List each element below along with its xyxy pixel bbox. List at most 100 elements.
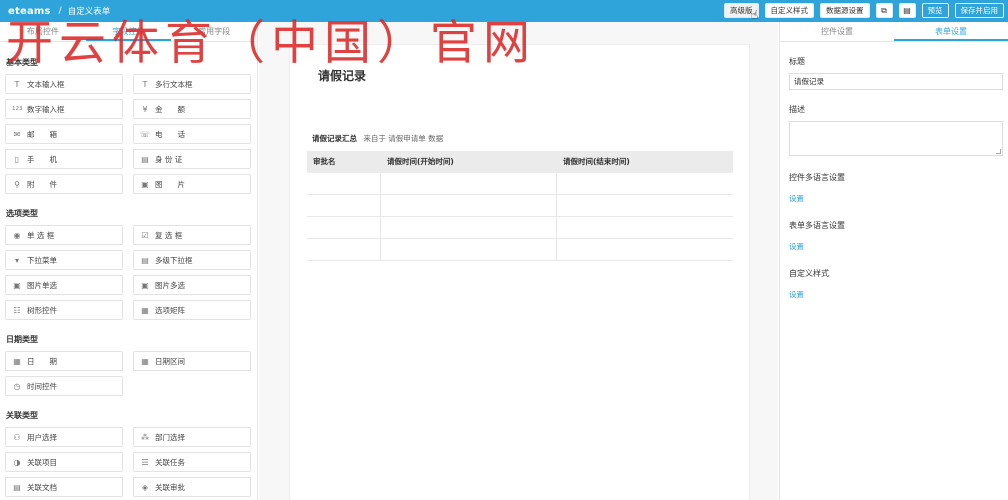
palette-item-label: 身 份 证 [155, 154, 183, 164]
palette-group-grid: ▦ 日 期 ▦ 日期区间 ◷ 时间控件 [0, 351, 257, 396]
table-row[interactable] [307, 239, 733, 261]
control-type-icon: ¥ [142, 104, 148, 114]
control-type-icon: ▦ [141, 356, 149, 366]
palette-group-title: 选项类型 [6, 209, 38, 218]
table-cell[interactable] [557, 195, 733, 216]
settings-tab[interactable]: 控件设置 [780, 22, 894, 41]
settings-link[interactable]: 设置 [789, 289, 1008, 300]
palette-tab[interactable]: 布局控件 [0, 22, 86, 41]
table-cell[interactable] [381, 195, 557, 216]
palette-item[interactable]: ⁂ 部门选择 [133, 427, 251, 447]
palette-item[interactable]: ▤ 多级下拉框 [133, 250, 251, 270]
palette-item[interactable]: 123 数字输入框 [5, 99, 123, 119]
palette-item[interactable]: ◷ 时间控件 [5, 376, 123, 396]
table-header: 审批名 请假时间(开始时间) 请假时间(结束时间) [307, 151, 733, 173]
table-cell[interactable] [557, 173, 733, 194]
palette-item[interactable]: T 文本输入框 [5, 74, 123, 94]
palette-item[interactable]: ☰ 关联任务 [133, 452, 251, 472]
palette-item[interactable]: ☷ 树形控件 [5, 300, 123, 320]
palette-item-label: 手 机 [27, 154, 57, 164]
control-type-icon: ◷ [13, 381, 21, 391]
table-cell[interactable] [307, 239, 381, 260]
palette-item[interactable]: ☑ 复 选 框 [133, 225, 251, 245]
title-input[interactable]: 请假记录 [789, 73, 1003, 90]
palette-item[interactable]: ▣ 图 片 [133, 174, 251, 194]
palette-item-label: 树形控件 [27, 305, 57, 315]
palette-item[interactable]: T 多行文本框 [133, 74, 251, 94]
palette-item[interactable]: ▣ 图片多选 [133, 275, 251, 295]
palette-group-title: 关联类型 [6, 411, 38, 420]
table-row[interactable] [307, 195, 733, 217]
description-textarea[interactable] [789, 121, 1003, 156]
palette-item[interactable]: ▯ 手 机 [5, 149, 123, 169]
palette-item[interactable]: ▾ 下拉菜单 [5, 250, 123, 270]
control-type-icon: ▦ [13, 356, 21, 366]
control-palette: 布局控件 字段控件 常用字段 基本类型 T 文本输入框 T 多行文本框 123 数字输入框 ¥ 金 … [0, 22, 258, 500]
table-header-cell: 审批名 [313, 157, 336, 166]
control-type-icon: ◉ [13, 230, 21, 240]
control-type-icon: ◈ [141, 482, 149, 492]
palette-group-title: 基本类型 [6, 58, 38, 67]
palette-item[interactable]: ⚇ 用户选择 [5, 427, 123, 447]
palette-item-label: 图片单选 [27, 280, 57, 290]
datasource-settings-button[interactable]: 数据源设置 [820, 3, 870, 18]
settings-link[interactable]: 设置 [789, 193, 1008, 204]
settings-section-label: 表单多语言设置 [789, 221, 845, 230]
breadcrumb-separator: / [58, 6, 62, 16]
palette-item[interactable]: ☏ 电 话 [133, 124, 251, 144]
table-cell[interactable] [307, 217, 381, 238]
palette-tab[interactable]: 字段控件 [85, 22, 172, 41]
palette-item[interactable]: ▤ 身 份 证 [133, 149, 251, 169]
control-type-icon: ☰ [141, 457, 149, 467]
control-type-icon: ▣ [13, 280, 21, 290]
settings-link[interactable]: 设置 [789, 241, 1008, 252]
table-row[interactable] [307, 173, 733, 195]
control-type-icon: ▾ [14, 255, 19, 265]
palette-tabs: 布局控件 字段控件 常用字段 [0, 22, 257, 42]
palette-item[interactable]: ▦ 选项矩阵 [133, 300, 251, 320]
table-cell[interactable] [557, 239, 733, 260]
palette-item-label: 日期区间 [155, 356, 185, 366]
control-type-icon: ☷ [13, 305, 21, 315]
description-label: 描述 [789, 105, 805, 114]
palette-item[interactable]: ▦ 日 期 [5, 351, 123, 371]
table-cell[interactable] [557, 217, 733, 238]
palette-tab[interactable]: 常用字段 [171, 22, 257, 41]
palette-item[interactable]: ◑ 关联项目 [5, 452, 123, 472]
palette-item-label: 关联项目 [27, 457, 57, 467]
table-cell[interactable] [381, 239, 557, 260]
palette-item-label: 数字输入框 [27, 104, 65, 114]
palette-item[interactable]: ¥ 金 额 [133, 99, 251, 119]
table-row[interactable] [307, 217, 733, 239]
form-canvas[interactable]: 请假记录 请假记录汇总 来自于 请假申请单 数据 审批名 请假时间(开始时间) 请假… [289, 44, 750, 500]
document-icon-button[interactable]: ▤ [898, 3, 916, 18]
palette-item[interactable]: ⚲ 附 件 [5, 174, 123, 194]
preview-window-icon-button[interactable]: ⧉ [875, 3, 893, 18]
palette-item-label: 日 期 [27, 356, 57, 366]
settings-tab[interactable]: 表单设置 [894, 22, 1008, 41]
settings-tabs: 控件设置 表单设置 [780, 22, 1008, 42]
custom-style-button[interactable]: 自定义样式 [764, 3, 814, 18]
control-type-icon: ⁂ [141, 432, 149, 442]
table-cell[interactable] [381, 217, 557, 238]
palette-item[interactable]: ◉ 单 选 框 [5, 225, 123, 245]
preview-button[interactable]: 预览 [921, 3, 949, 18]
app-logo[interactable]: eteams [8, 6, 51, 17]
form-title[interactable]: 请假记录 [318, 67, 366, 84]
palette-item-label: 时间控件 [27, 381, 57, 391]
palette-item[interactable]: ▦ 日期区间 [133, 351, 251, 371]
control-type-icon: ▣ [141, 280, 149, 290]
palette-item[interactable]: ◈ 关联审批 [133, 477, 251, 497]
palette-item-label: 关联任务 [155, 457, 185, 467]
palette-item[interactable]: ✉ 邮 箱 [5, 124, 123, 144]
detail-table-title: 请假记录汇总 [312, 134, 357, 143]
detail-table[interactable]: 审批名 请假时间(开始时间) 请假时间(结束时间) [307, 151, 733, 261]
table-cell[interactable] [381, 173, 557, 194]
save-enable-button[interactable]: 保存并启用 [954, 3, 1004, 18]
palette-item[interactable]: ▤ 关联文档 [5, 477, 123, 497]
palette-item-label: 文本输入框 [27, 79, 65, 89]
table-cell[interactable] [307, 195, 381, 216]
palette-item[interactable]: ▣ 图片单选 [5, 275, 123, 295]
table-cell[interactable] [307, 173, 381, 194]
palette-group-grid: ⚇用户选择⁂部门选择◑关联项目☰关联任务▤关联文档◈关联审批▦关联日程▦关联表单… [0, 427, 257, 500]
